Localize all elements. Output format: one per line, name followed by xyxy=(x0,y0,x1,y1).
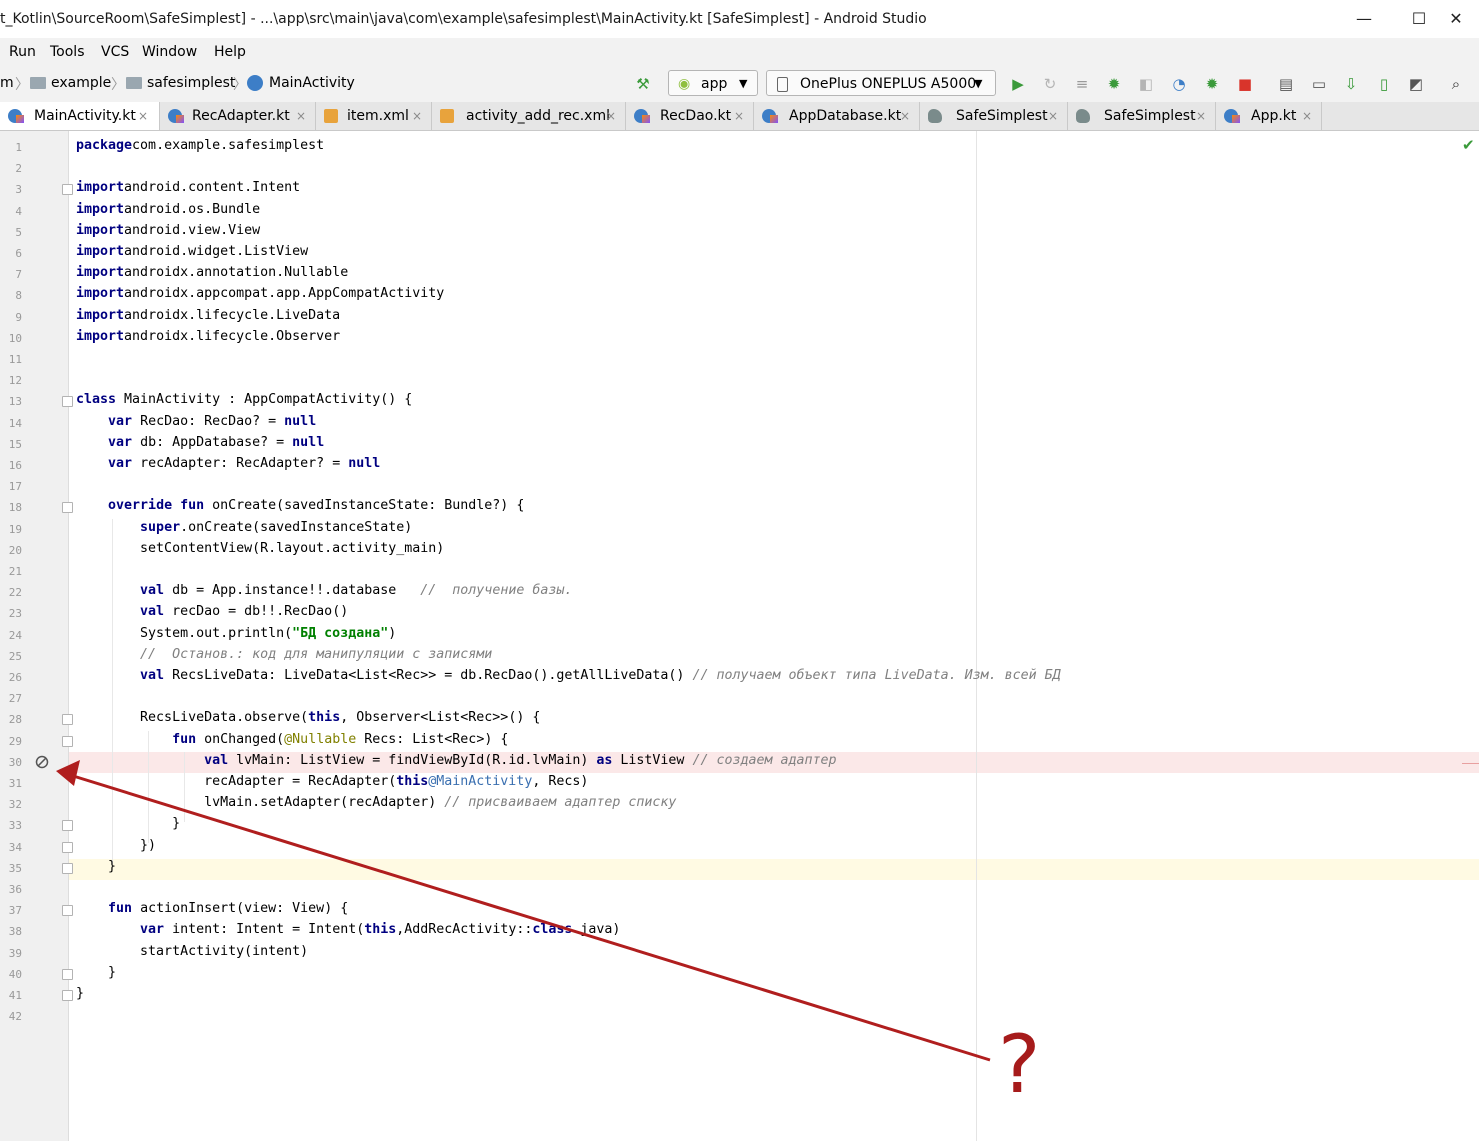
question-mark-annotation: ? xyxy=(998,1018,1041,1111)
annotation-arrow xyxy=(56,760,991,1062)
